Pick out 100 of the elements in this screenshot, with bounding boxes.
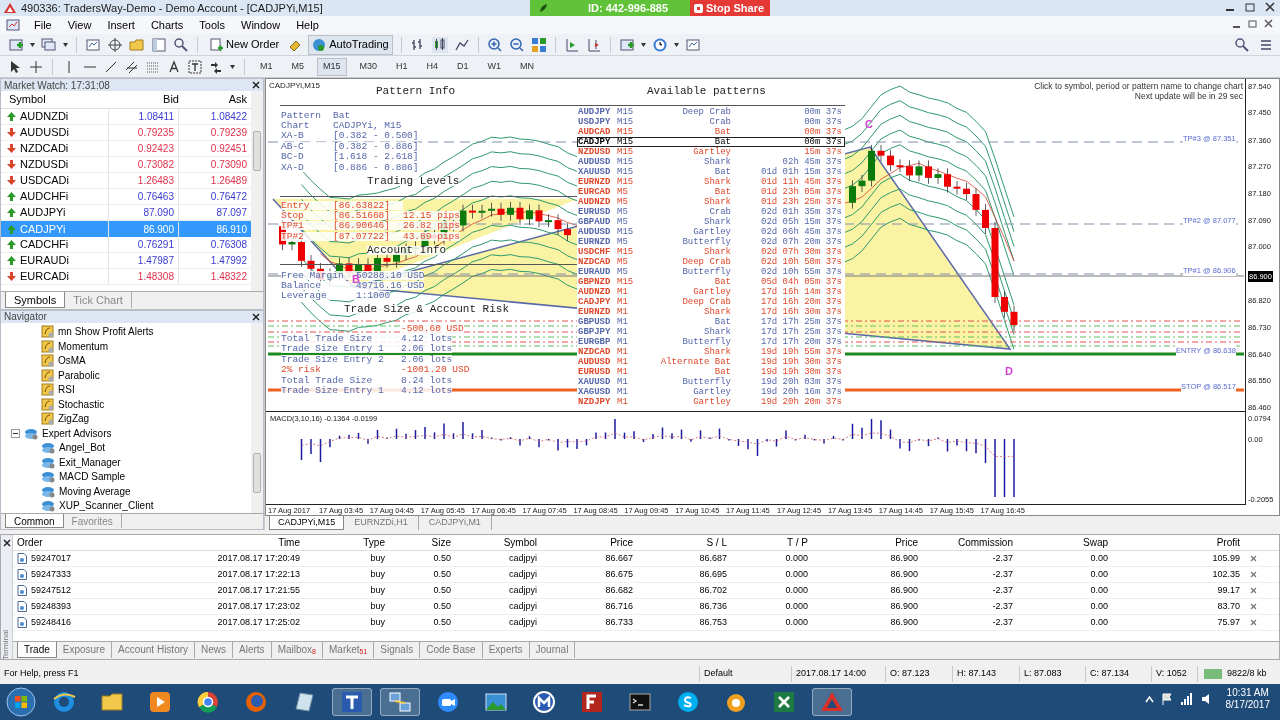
column-header[interactable]: Size	[391, 535, 457, 550]
period-link[interactable]: M1	[617, 347, 639, 357]
symbol-link[interactable]: GBPUSD	[577, 317, 617, 327]
symbol-link[interactable]: EURCAD	[577, 187, 617, 197]
period-link[interactable]: M1	[617, 397, 639, 407]
column-header[interactable]: S / L	[639, 535, 733, 550]
column-header[interactable]: Commission	[924, 535, 1019, 550]
period-link[interactable]: M1	[617, 367, 639, 377]
menu-item[interactable]: Tools	[191, 16, 233, 34]
period-link[interactable]: M15	[617, 137, 639, 147]
pattern-link[interactable]: Bat	[639, 277, 731, 287]
symbol-link[interactable]: GBPNZD	[577, 277, 617, 287]
period-link[interactable]: M1	[617, 357, 639, 367]
tree-item[interactable]: mn Show Profit Alerts	[58, 324, 154, 340]
symbol-link[interactable]: AUDUSD	[577, 227, 617, 237]
pattern-link[interactable]: Butterfly	[639, 337, 731, 347]
timeframe-button[interactable]: M5	[285, 57, 311, 76]
timeframe-button[interactable]: H4	[420, 57, 445, 76]
pattern-row[interactable]: NZDJPY M1 Gartley 19d 20h 20m 37s	[577, 397, 845, 407]
column-header[interactable]: T / P	[733, 535, 814, 550]
column-header[interactable]: Order	[13, 535, 141, 550]
pattern-link[interactable]: Bat	[639, 167, 731, 177]
tree-item[interactable]: Stochastic	[58, 396, 105, 412]
symbol-link[interactable]: EURNZD	[577, 307, 617, 317]
pattern-link[interactable]: Shark	[639, 247, 731, 257]
period-link[interactable]: M1	[617, 327, 639, 337]
pattern-row[interactable]: EURGBP M1 Butterfly 17d 17h 20m 37s	[577, 337, 845, 347]
column-header[interactable]: Symbol	[1, 91, 109, 108]
symbol-link[interactable]: CADJPY	[577, 137, 617, 147]
pattern-row[interactable]: AUDUSD M15 Gartley 02d 06h 45m 37s	[577, 227, 845, 237]
terminal-tab[interactable]: Trade	[17, 642, 57, 658]
symbol-link[interactable]: GBPJPY	[577, 327, 617, 337]
pattern-row[interactable]: AUDNZD M5 Shark 01d 23h 25m 37s	[577, 197, 845, 207]
period-link[interactable]: M1	[617, 287, 639, 297]
panel-tab[interactable]: Tick Chart	[65, 291, 132, 308]
pattern-link[interactable]: Butterfly	[639, 377, 731, 387]
quote-row[interactable]: NZDCADi 0.92423 0.92451	[1, 141, 251, 157]
pattern-row[interactable]: CADJPY M1 Deep Crab 17d 16h 20m 37s	[577, 297, 845, 307]
panel-tab[interactable]: Common	[5, 514, 64, 528]
timeframe-button[interactable]: M30	[353, 57, 384, 76]
period-link[interactable]: M5	[617, 207, 639, 217]
pattern-link[interactable]: Shark	[639, 307, 731, 317]
terminal-tab[interactable]: Exposure	[56, 642, 112, 658]
symbol-link[interactable]: EURNZD	[577, 177, 617, 187]
symbol-link[interactable]: AUDCAD	[577, 127, 617, 137]
period-link[interactable]: M15	[617, 117, 639, 127]
tree-item[interactable]: OsMA	[58, 353, 86, 369]
chart-tab[interactable]: CADJPYi,M1	[418, 516, 492, 530]
symbol-link[interactable]: AUDNZD	[577, 197, 617, 207]
pattern-row[interactable]: AUDUSD M1 Alternate Bat 19d 19h 30m 37s	[577, 357, 845, 367]
timeframe-button[interactable]: W1	[481, 57, 508, 76]
quote-row[interactable]: AUDUSDi 0.79235 0.79239	[1, 125, 251, 141]
period-link[interactable]: M5	[617, 187, 639, 197]
timeframe-button[interactable]: M15	[317, 57, 347, 76]
tree-item[interactable]: Expert Advisors	[42, 425, 112, 441]
pattern-link[interactable]: Deep Crab	[639, 297, 731, 307]
period-link[interactable]: M5	[617, 237, 639, 247]
pattern-link[interactable]: Shark	[639, 197, 731, 207]
terminal-tab[interactable]: Signals	[374, 642, 421, 658]
terminal-tab[interactable]: Journal	[529, 642, 576, 658]
symbol-link[interactable]: AUDJPY	[577, 107, 617, 117]
pattern-row[interactable]: GBPUSD M1 Bat 17d 17h 25m 37s	[577, 317, 845, 327]
period-link[interactable]: M1	[617, 307, 639, 317]
menu-item[interactable]: File	[26, 16, 60, 34]
symbol-link[interactable]: NZDCAD	[577, 257, 617, 267]
menu-item[interactable]: Window	[233, 16, 289, 34]
pattern-row[interactable]: NZDCAD M5 Deep Crab 02d 10h 50m 37s	[577, 257, 845, 267]
panel-tab[interactable]: Favorites	[63, 514, 122, 528]
pattern-row[interactable]: EURUSD M1 Bat 19d 19h 30m 37s	[577, 367, 845, 377]
pattern-row[interactable]: NZDCAD M1 Shark 19d 19h 55m 37s	[577, 347, 845, 357]
pattern-link[interactable]: Bat	[639, 137, 731, 147]
pattern-row[interactable]: EURAUD M5 Butterfly 02d 10h 55m 37s	[577, 267, 845, 277]
period-link[interactable]: M15	[617, 277, 639, 287]
tree-item[interactable]: ZigZag	[58, 411, 90, 427]
pattern-row[interactable]: XAGUSD M1 Gartley 19d 20h 16m 37s	[577, 387, 845, 397]
period-link[interactable]: M15	[617, 147, 639, 157]
symbol-link[interactable]: NZDCAD	[577, 347, 617, 357]
pattern-row[interactable]: EURCAD M5 Bat 01d 23h 05m 37s	[577, 187, 845, 197]
symbol-link[interactable]: EURGBP	[577, 337, 617, 347]
tree-item[interactable]: Parabolic	[58, 367, 100, 383]
period-link[interactable]: M15	[617, 157, 639, 167]
symbol-link[interactable]: XAUUSD	[577, 167, 617, 177]
panel-tab[interactable]: Symbols	[5, 291, 66, 308]
period-link[interactable]: M15	[617, 107, 639, 117]
tree-item[interactable]: Angel_Bot	[59, 440, 106, 456]
pattern-row[interactable]: XAUUSD M15 Bat 01d 01h 15m 37s	[577, 167, 845, 177]
symbol-link[interactable]: AUDUSD	[577, 357, 617, 367]
pattern-link[interactable]: Butterfly	[639, 267, 731, 277]
tree-item[interactable]: Momentum	[58, 338, 108, 354]
period-link[interactable]: M1	[617, 387, 639, 397]
pattern-link[interactable]: Bat	[639, 317, 731, 327]
symbol-link[interactable]: CADJPY	[577, 297, 617, 307]
tree-item[interactable]: Exit_Manager	[59, 454, 121, 470]
pattern-row[interactable]: AUDUSD M15 Shark 02h 45m 37s	[577, 157, 845, 167]
pattern-row[interactable]: AUDJPY M15 Deep Crab 00m 37s	[577, 107, 845, 117]
chart-tab[interactable]: EURNZDi,H1	[344, 516, 419, 530]
symbol-link[interactable]: EURUSD	[577, 367, 617, 377]
column-header[interactable]: Price	[814, 535, 924, 550]
pattern-row[interactable]: GBPAUD M5 Shark 02d 05h 15m 37s	[577, 217, 845, 227]
column-header[interactable]: Type	[306, 535, 391, 550]
